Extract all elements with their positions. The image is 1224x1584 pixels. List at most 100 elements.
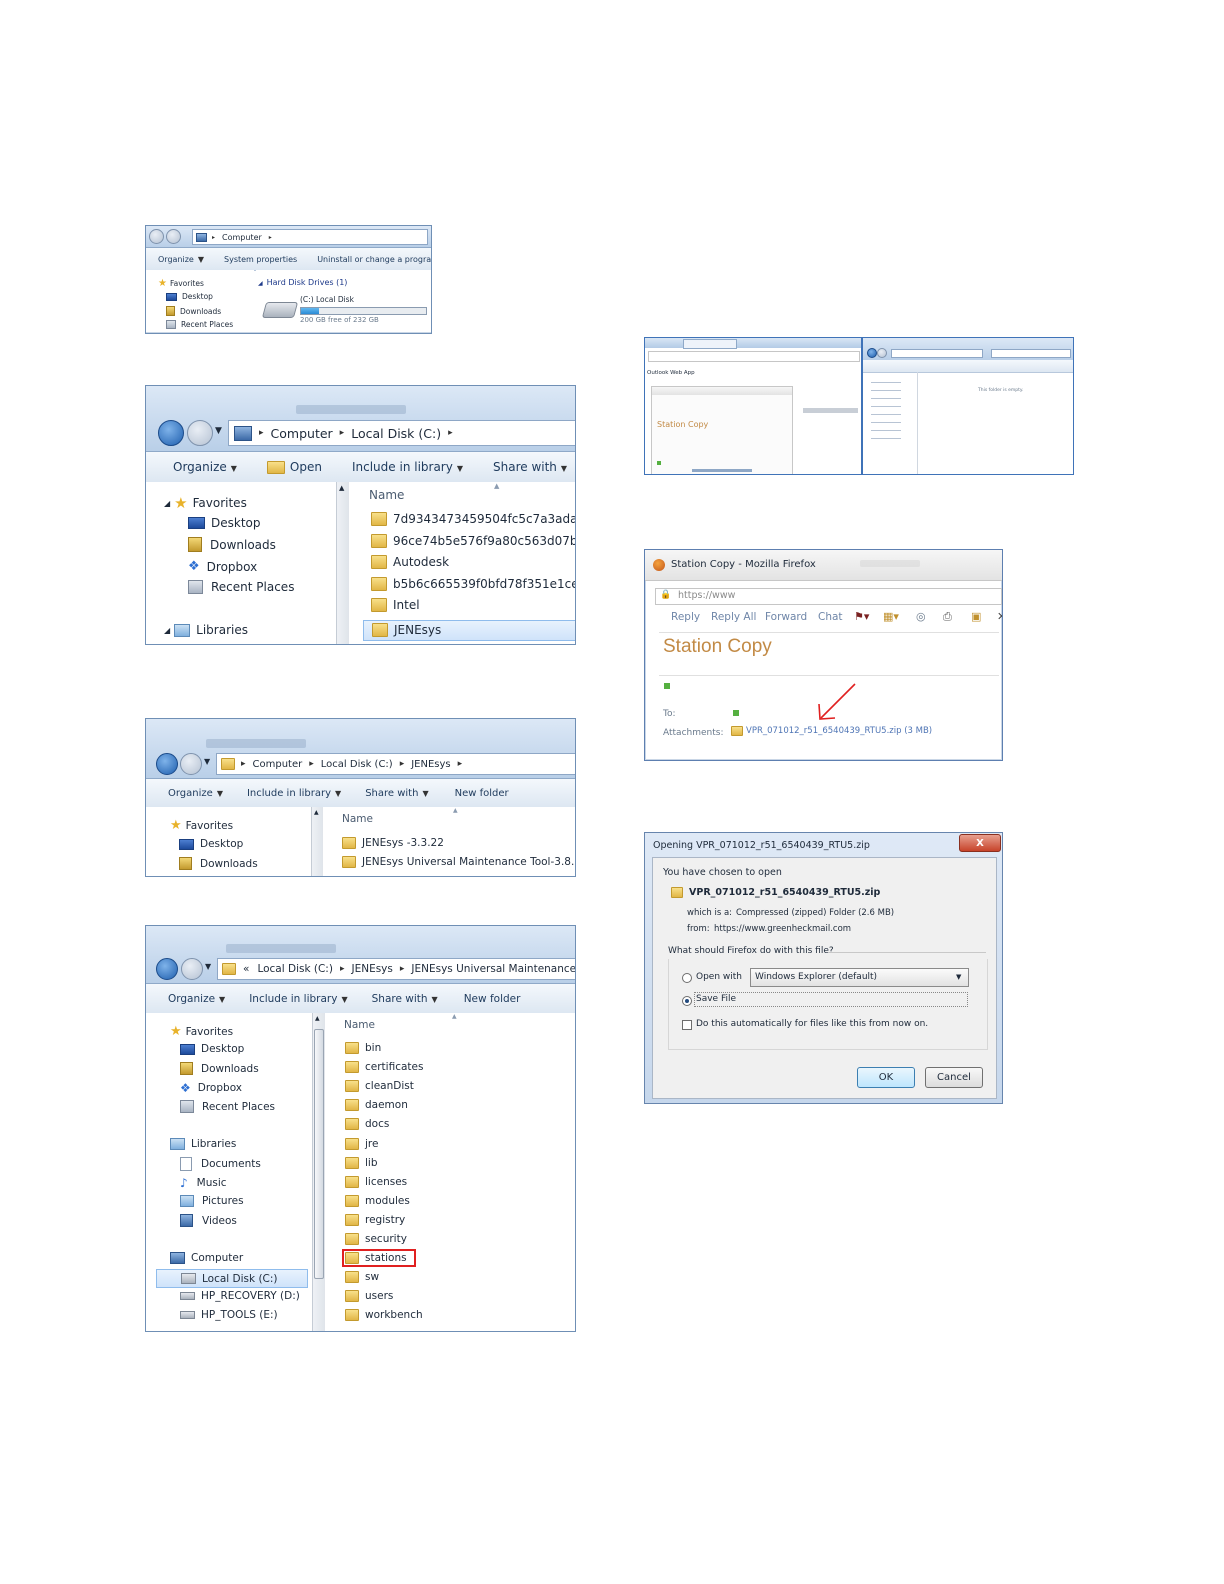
- print-icon[interactable]: ⎙: [943, 610, 952, 624]
- breadcrumb-computer[interactable]: Computer: [253, 759, 303, 770]
- breadcrumb-jenesys[interactable]: JENEsys: [411, 759, 450, 770]
- chat-button[interactable]: Chat: [818, 611, 843, 623]
- flag-dropdown-icon[interactable]: ⚑▾: [854, 610, 869, 623]
- uninstall-program-button[interactable]: Uninstall or change a program: [317, 255, 431, 264]
- categorize-icon[interactable]: ▦▾: [883, 610, 899, 623]
- nav-downloads[interactable]: Downloads: [180, 1062, 259, 1075]
- file-row-sw[interactable]: sw: [345, 1271, 379, 1284]
- open-button[interactable]: Open: [266, 460, 322, 474]
- organize-menu[interactable]: Organize ▼: [158, 255, 204, 264]
- file-row-certificates[interactable]: certificates: [345, 1061, 423, 1074]
- back-button[interactable]: [156, 958, 178, 980]
- breadcrumb-local-disk[interactable]: Local Disk (C:): [257, 963, 333, 975]
- file-row-modules[interactable]: modules: [345, 1194, 410, 1207]
- nav-libraries[interactable]: Libraries: [170, 1138, 236, 1150]
- close-button[interactable]: X: [959, 834, 1001, 852]
- file-row-96ce74b5e576f9a80c563d07bf301f[interactable]: 96ce74b5e576f9a80c563d07bf301f: [371, 533, 575, 548]
- forward-button[interactable]: [877, 348, 887, 358]
- open-with-label[interactable]: Open with: [696, 972, 742, 982]
- nav-desktop[interactable]: Desktop: [188, 516, 261, 530]
- nav-scrollbar[interactable]: ▲: [311, 807, 323, 876]
- file-row-licenses[interactable]: licenses: [345, 1175, 407, 1188]
- breadcrumb-computer[interactable]: Computer: [222, 233, 262, 242]
- ok-button[interactable]: OK: [857, 1067, 915, 1088]
- reply-button[interactable]: Reply: [671, 611, 700, 623]
- nav-documents[interactable]: Documents: [180, 1157, 261, 1171]
- file-row-security[interactable]: security: [345, 1233, 407, 1245]
- address-bar[interactable]: « Local Disk (C:) ▸ JENEsys ▸ JENEsys Un…: [217, 958, 575, 980]
- attachment-link[interactable]: [692, 469, 752, 472]
- reply-all-button[interactable]: Reply All: [711, 611, 756, 623]
- forward-button[interactable]: [180, 753, 202, 775]
- nav-favorites[interactable]: ★ Favorites: [158, 278, 204, 289]
- file-row-stations[interactable]: stations: [342, 1249, 416, 1268]
- cancel-button[interactable]: Cancel: [925, 1067, 983, 1088]
- file-row-docs[interactable]: docs: [345, 1118, 389, 1131]
- column-header-name[interactable]: Name: [342, 813, 373, 825]
- nav-pictures[interactable]: Pictures: [180, 1195, 244, 1207]
- back-button[interactable]: [149, 229, 164, 244]
- address-bar[interactable]: ▸ Computer ▸ Local Disk (C:) ▸ JENEsys ▸: [216, 753, 575, 775]
- auto-label[interactable]: Do this automatically for files like thi…: [696, 1019, 928, 1029]
- history-dropdown-icon[interactable]: ▼: [205, 962, 211, 971]
- forward-button[interactable]: [187, 420, 213, 446]
- nav-recent-places[interactable]: Recent Places: [180, 1100, 275, 1113]
- forward-button[interactable]: [181, 958, 203, 980]
- nav-favorites[interactable]: ★ Favorites: [170, 1024, 233, 1039]
- file-row-daemon[interactable]: daemon: [345, 1099, 408, 1112]
- nav-dropbox[interactable]: ❖ Dropbox: [188, 559, 257, 574]
- file-row-7d9343473459504fc5c7a3ada4ee[interactable]: 7d9343473459504fc5c7a3ada4ee: [371, 512, 575, 526]
- back-button[interactable]: [156, 753, 178, 775]
- drive-tile[interactable]: (C:) Local Disk 200 GB free of 232 GB: [261, 292, 430, 330]
- move-to-folder-icon[interactable]: ▣: [971, 610, 981, 623]
- scroll-up-arrow-icon[interactable]: ▲: [315, 1015, 320, 1022]
- share-with-menu[interactable]: Share with ▼: [372, 993, 438, 1005]
- include-in-library-menu[interactable]: Include in library ▼: [247, 788, 341, 799]
- back-button[interactable]: [867, 348, 877, 358]
- browser-tab[interactable]: [683, 339, 737, 349]
- file-row-jenesys-3-3-22[interactable]: JENEsys -3.3.22: [342, 837, 444, 849]
- nav-downloads[interactable]: Downloads: [166, 306, 221, 316]
- file-row-intel[interactable]: Intel: [371, 598, 420, 612]
- nav-desktop[interactable]: Desktop: [179, 838, 243, 850]
- nav-computer[interactable]: Computer: [170, 1252, 243, 1264]
- nav-hp-recovery[interactable]: HP_RECOVERY (D:): [180, 1290, 300, 1302]
- address-bar[interactable]: ▸ Computer ▸: [192, 229, 428, 245]
- file-row-lib[interactable]: lib: [345, 1156, 378, 1169]
- nav-recent-places[interactable]: Recent Places: [188, 580, 294, 594]
- open-with-select[interactable]: Windows Explorer (default) ▼: [750, 968, 969, 987]
- organize-menu[interactable]: Organize ▼: [173, 460, 237, 474]
- file-row-jenesys-universal-maintenance-tool-3-8[interactable]: JENEsys Universal Maintenance Tool-3.8..…: [342, 856, 575, 868]
- file-row-users[interactable]: users: [345, 1290, 393, 1303]
- file-row-jenesys[interactable]: JENEsys: [363, 619, 575, 641]
- save-file-radio[interactable]: [682, 996, 692, 1006]
- auto-checkbox[interactable]: [682, 1020, 692, 1030]
- file-row-bin[interactable]: bin: [345, 1042, 381, 1054]
- organize-menu[interactable]: Organize ▼: [168, 993, 225, 1005]
- breadcrumb-maintenance-tool[interactable]: JENEsys Universal Maintenance Too: [411, 963, 575, 975]
- address-bar[interactable]: [891, 349, 983, 358]
- file-row-cleandist[interactable]: cleanDist: [345, 1080, 414, 1093]
- forward-button[interactable]: Forward: [765, 611, 807, 623]
- close-icon[interactable]: ✕: [997, 610, 1002, 623]
- url-bar[interactable]: [648, 351, 860, 362]
- system-properties-button[interactable]: System properties: [224, 255, 297, 264]
- history-dropdown-icon[interactable]: ▼: [204, 757, 210, 766]
- nav-dropbox[interactable]: ❖ Dropbox: [180, 1081, 242, 1095]
- scroll-up-arrow-icon[interactable]: ▲: [314, 809, 319, 816]
- new-folder-button[interactable]: New folder: [464, 993, 521, 1005]
- nav-favorites[interactable]: ◢ ★ Favorites: [164, 494, 247, 512]
- nav-recent-places[interactable]: Recent Places: [166, 320, 233, 329]
- file-row-workbench[interactable]: workbench: [345, 1309, 423, 1322]
- nav-scrollbar[interactable]: ▲: [312, 1013, 325, 1331]
- group-header[interactable]: ◢ Hard Disk Drives (1): [258, 278, 347, 287]
- include-in-library-menu[interactable]: Include in library ▼: [352, 460, 463, 474]
- forward-button[interactable]: [166, 229, 181, 244]
- search-box[interactable]: [991, 349, 1071, 358]
- file-row-b5b6c665539f0bfd78f351e1ce26[interactable]: b5b6c665539f0bfd78f351e1ce26: [371, 576, 575, 591]
- url-bar[interactable]: 🔒 https://www: [655, 588, 1002, 605]
- file-row-autodesk[interactable]: Autodesk: [371, 555, 449, 569]
- new-folder-button[interactable]: New folder: [455, 788, 509, 799]
- nav-desktop[interactable]: Desktop: [166, 292, 213, 301]
- back-button[interactable]: [158, 420, 184, 446]
